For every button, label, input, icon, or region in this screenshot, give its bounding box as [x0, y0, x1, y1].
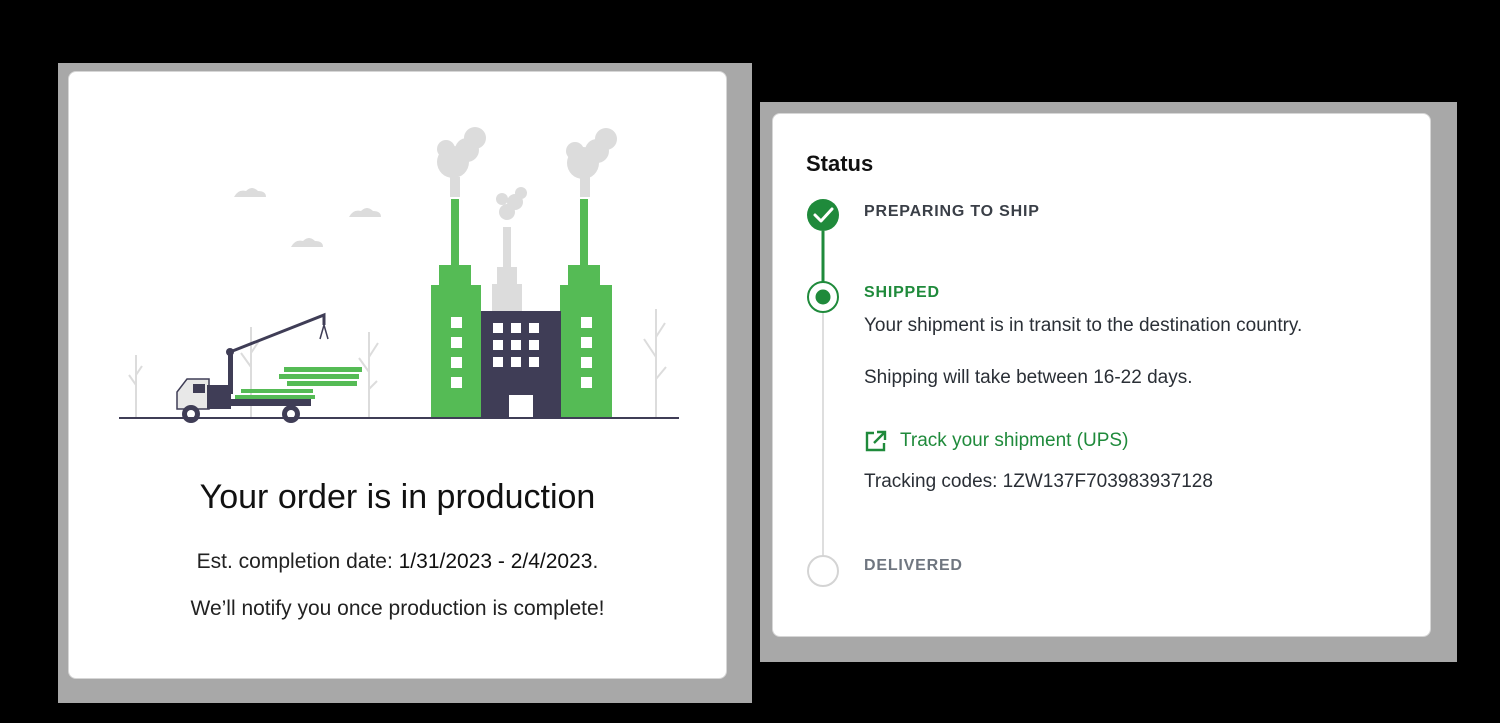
completion-date-prefix: Est. completion date: [196, 550, 399, 573]
track-shipment-link[interactable]: Track your shipment (UPS) [864, 429, 1128, 453]
track-shipment-label: Track your shipment (UPS) [900, 430, 1129, 451]
production-card: Your order is in production Est. complet… [68, 71, 727, 679]
factory-illustration [119, 127, 679, 423]
shipping-duration-text: Shipping will take between 16-22 days. [864, 367, 1193, 388]
tracking-codes: Tracking codes: 1ZW137F703983937128 [864, 471, 1213, 492]
status-card: Status PREPARING TO SHIP SHIPPED Your sh… [772, 113, 1431, 637]
completion-date-range: 1/31/2023 - 2/4/2023 [398, 550, 593, 573]
pending-step-icon [807, 555, 839, 587]
notify-text: We’ll notify you once production is comp… [190, 597, 605, 620]
status-timeline [807, 199, 839, 587]
external-link-icon [865, 430, 887, 452]
step-shipped: SHIPPED [864, 284, 940, 301]
completion-date-suffix: . [592, 550, 599, 573]
transit-text: Your shipment is in transit to the desti… [864, 315, 1303, 336]
production-title: Your order is in production [199, 478, 596, 516]
step-delivered: DELIVERED [864, 557, 963, 574]
step-preparing-to-ship: PREPARING TO SHIP [864, 203, 1040, 220]
completion-date-line: Est. completion date: 1/31/2023 - 2/4/20… [69, 550, 726, 574]
active-step-icon [807, 281, 839, 313]
check-circle-icon [807, 199, 839, 231]
